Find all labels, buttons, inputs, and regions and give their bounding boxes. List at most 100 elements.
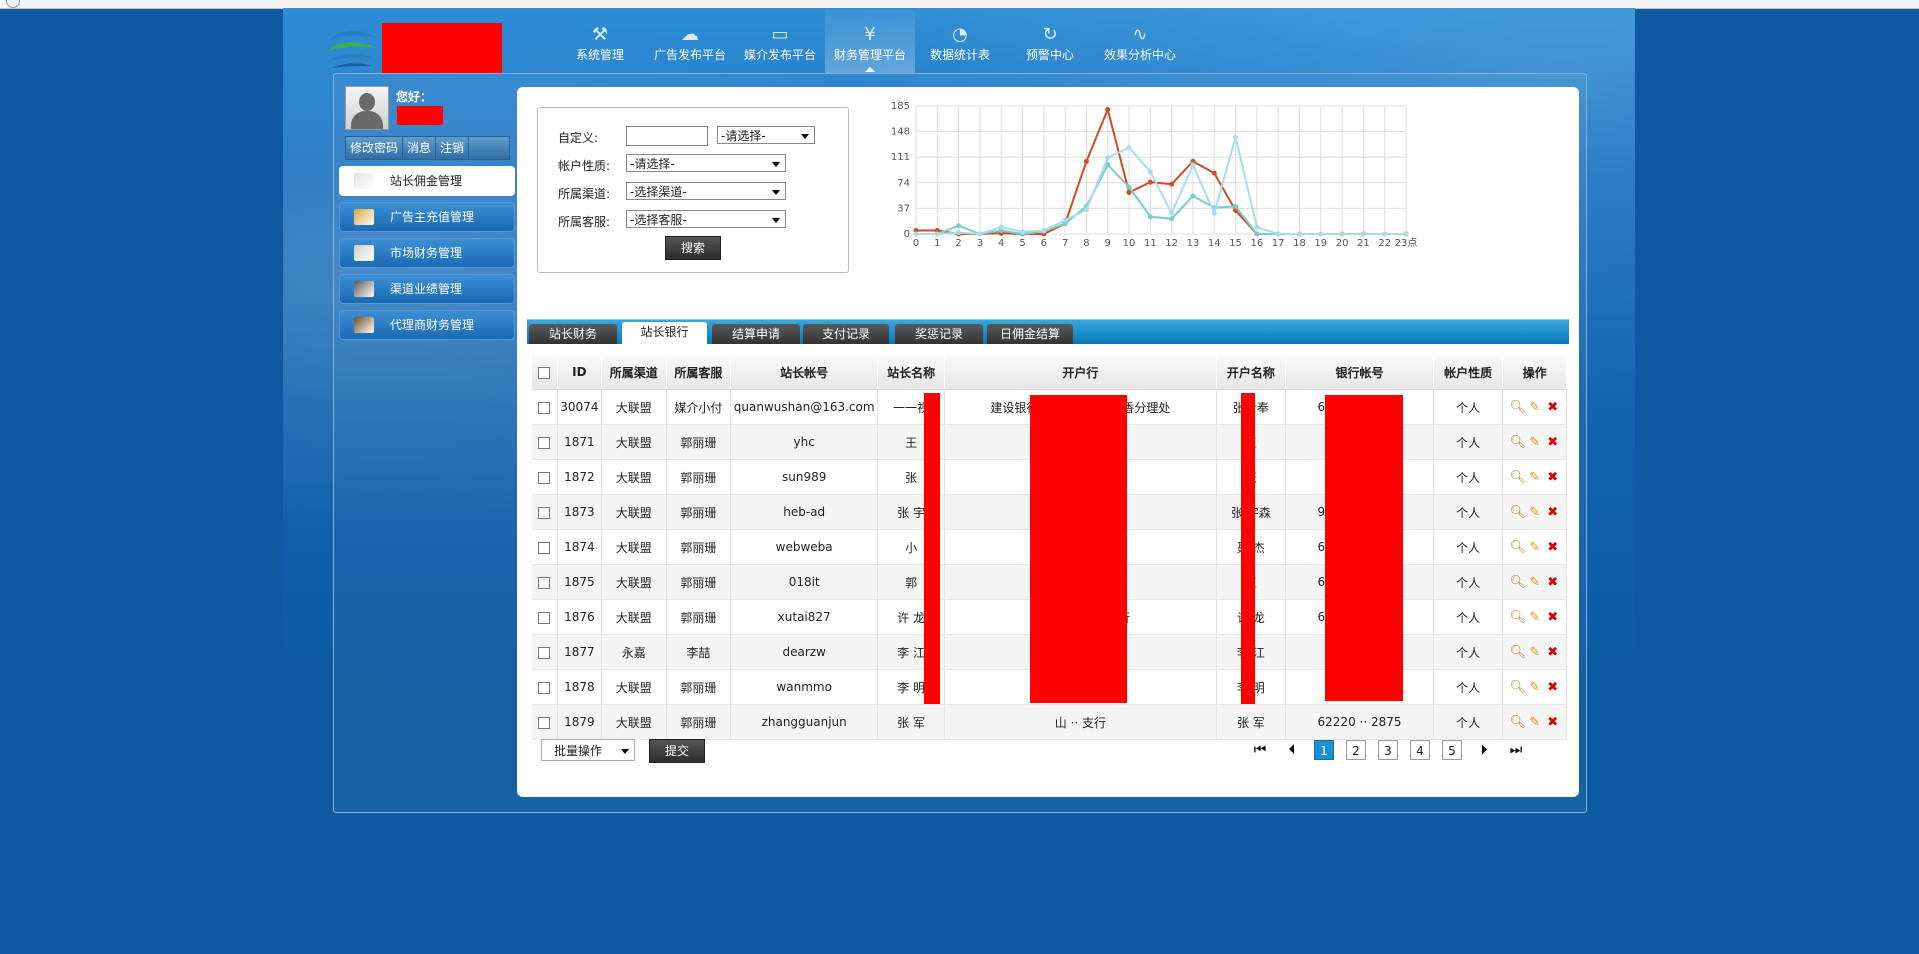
edit-icon[interactable]: ✎ — [1528, 680, 1542, 695]
delete-icon[interactable]: ✖ — [1546, 610, 1560, 625]
sidebar-item-agent-finance[interactable]: 代理商财务管理 — [339, 310, 515, 340]
sidebar-item-channel-performance[interactable]: 渠道业绩管理 — [339, 274, 515, 304]
logout-button[interactable]: 注销 — [436, 137, 470, 159]
row-checkbox[interactable] — [538, 681, 551, 694]
page-button[interactable]: 3 — [1378, 740, 1398, 760]
next-page-icon[interactable]: ⏵ — [1474, 740, 1494, 760]
edit-icon[interactable]: ✎ — [1528, 575, 1542, 590]
delete-icon[interactable]: ✖ — [1546, 435, 1560, 450]
service-select[interactable]: -选择客服- — [626, 210, 786, 228]
nav-item-stats[interactable]: ◔ 数据统计表 — [915, 10, 1005, 74]
delete-icon[interactable]: ✖ — [1546, 680, 1560, 695]
nav-item-ad-platform[interactable]: ☁ 广告发布平台 — [645, 10, 735, 74]
chart-x-tick-label: 19 — [1314, 238, 1327, 249]
delete-icon[interactable]: ✖ — [1546, 505, 1560, 520]
batch-action-select[interactable]: 批量操作 — [541, 739, 635, 761]
chart-y-tick-label: 148 — [891, 127, 910, 138]
row-checkbox[interactable] — [538, 401, 551, 414]
view-icon[interactable]: 🔍︎ — [1510, 715, 1527, 730]
row-actions: 🔍︎ ✎ ✖ — [1502, 564, 1567, 600]
row-select — [532, 529, 558, 565]
view-icon[interactable]: 🔍︎ — [1510, 400, 1527, 415]
view-icon[interactable]: 🔍︎ — [1510, 610, 1527, 625]
chart-x-tick-label: 0 — [913, 238, 919, 249]
custom-label: 自定义: — [558, 131, 599, 145]
custom-select[interactable]: -请选择- — [717, 126, 815, 144]
delete-icon[interactable]: ✖ — [1546, 645, 1560, 660]
row-checkbox[interactable] — [538, 506, 551, 519]
chart-x-tick-label: 7 — [1062, 238, 1068, 249]
page-button[interactable]: 5 — [1442, 740, 1462, 760]
tab-1[interactable]: 站长银行 — [622, 322, 707, 344]
view-icon[interactable]: 🔍︎ — [1510, 470, 1527, 485]
tab-5[interactable]: 日佣金结算 — [987, 324, 1073, 344]
page-button[interactable]: 1 — [1314, 740, 1334, 760]
nav-item-finance[interactable]: ¥ 财务管理平台 — [825, 10, 915, 74]
delete-icon[interactable]: ✖ — [1546, 470, 1560, 485]
view-icon[interactable]: 🔍︎ — [1510, 435, 1527, 450]
first-page-icon[interactable]: ⏮ — [1250, 740, 1270, 760]
edit-icon[interactable]: ✎ — [1528, 505, 1542, 520]
chart-x-tick-label: 18 — [1293, 238, 1306, 249]
messages-button[interactable]: 消息 — [403, 137, 437, 159]
view-icon[interactable]: 🔍︎ — [1510, 575, 1527, 590]
row-checkbox[interactable] — [538, 541, 551, 554]
custom-input[interactable] — [626, 126, 708, 146]
row-checkbox[interactable] — [538, 646, 551, 659]
delete-icon[interactable]: ✖ — [1546, 715, 1560, 730]
chart-y-tick-label: 37 — [897, 203, 910, 214]
cell-account: xutai827 — [730, 599, 879, 635]
row-checkbox[interactable] — [538, 611, 551, 624]
browser-button-icon[interactable] — [6, 0, 20, 8]
row-checkbox[interactable] — [538, 716, 551, 729]
delete-icon[interactable]: ✖ — [1546, 575, 1560, 590]
chart-x-tick-label: 6 — [1041, 238, 1047, 249]
change-password-button[interactable]: 修改密码 — [346, 137, 404, 159]
last-page-icon[interactable]: ⏭ — [1506, 740, 1526, 760]
sidebar-item-commission[interactable]: 站长佣金管理 — [339, 166, 515, 196]
edit-icon[interactable]: ✎ — [1528, 610, 1542, 625]
tab-3[interactable]: 支付记录 — [803, 324, 889, 344]
delete-icon[interactable]: ✖ — [1546, 400, 1560, 415]
page-button[interactable]: 4 — [1410, 740, 1430, 760]
sidebar-item-market-finance[interactable]: 市场财务管理 — [339, 238, 515, 268]
cell-type: 个人 — [1433, 704, 1504, 740]
nav-item-media-platform[interactable]: ▭ 媒介发布平台 — [735, 10, 825, 74]
row-checkbox[interactable] — [538, 576, 551, 589]
select-all-checkbox[interactable] — [538, 366, 551, 379]
nav-item-alert[interactable]: ↻ 预警中心 — [1005, 10, 1095, 74]
redacted-column — [924, 393, 940, 704]
channel-select[interactable]: -选择渠道- — [626, 182, 786, 200]
page-button[interactable]: 2 — [1346, 740, 1366, 760]
account-type-select[interactable]: -请选择- — [626, 154, 786, 172]
nav-item-analysis[interactable]: ∿ 效果分析中心 — [1095, 10, 1185, 74]
row-select — [532, 459, 558, 495]
edit-icon[interactable]: ✎ — [1528, 715, 1542, 730]
nav-item-wrench[interactable]: ⚒ 系统管理 — [555, 10, 645, 74]
chart-x-tick-label: 2 — [955, 238, 961, 249]
view-icon[interactable]: 🔍︎ — [1510, 505, 1527, 520]
cell-type: 个人 — [1433, 634, 1504, 670]
sidebar-item-recharge[interactable]: 广告主充值管理 — [339, 202, 515, 232]
delete-icon[interactable]: ✖ — [1546, 540, 1560, 555]
edit-icon[interactable]: ✎ — [1528, 645, 1542, 660]
tab-0[interactable]: 站长财务 — [529, 324, 617, 344]
edit-icon[interactable]: ✎ — [1528, 400, 1542, 415]
view-icon[interactable]: 🔍︎ — [1510, 680, 1527, 695]
column-header: 所属渠道 — [601, 355, 667, 390]
view-icon[interactable]: 🔍︎ — [1510, 540, 1527, 555]
row-checkbox[interactable] — [538, 471, 551, 484]
prev-page-icon[interactable]: ⏴ — [1282, 740, 1302, 760]
tab-2[interactable]: 结算申请 — [712, 324, 800, 344]
edit-icon[interactable]: ✎ — [1528, 435, 1542, 450]
submit-button[interactable]: 提交 — [649, 739, 705, 763]
tab-4[interactable]: 奖惩记录 — [895, 324, 983, 344]
row-checkbox[interactable] — [538, 436, 551, 449]
column-header: 站长名称 — [877, 355, 946, 390]
cell-channel: 大联盟 — [601, 669, 667, 705]
edit-icon[interactable]: ✎ — [1528, 470, 1542, 485]
ad-platform-icon: ☁ — [681, 24, 699, 45]
search-button[interactable]: 搜索 — [665, 236, 721, 260]
edit-icon[interactable]: ✎ — [1528, 540, 1542, 555]
view-icon[interactable]: 🔍︎ — [1510, 645, 1527, 660]
